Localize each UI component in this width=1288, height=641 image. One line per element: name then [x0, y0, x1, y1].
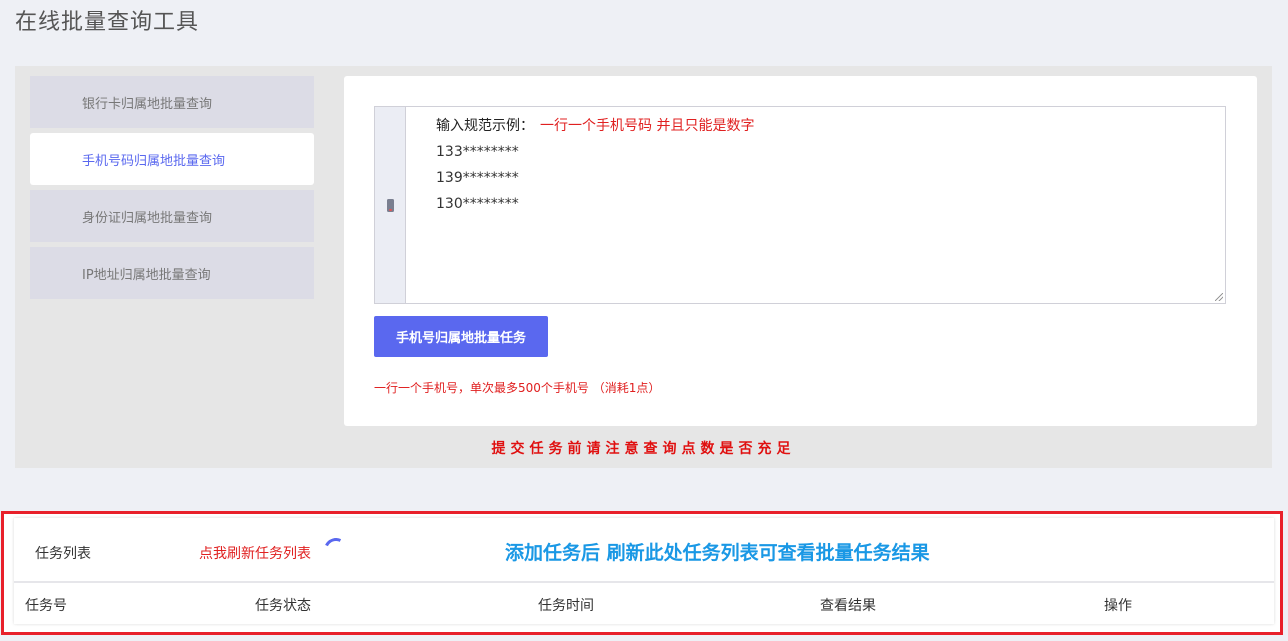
column-header-task-id: 任务号 — [25, 598, 67, 614]
query-card: 输入规范示例： 一行一个手机号码 并且只能是数字 133******** 139*… — [344, 76, 1257, 426]
loading-spinner-icon — [320, 534, 352, 566]
phone-icon — [386, 198, 394, 212]
example-line: 139******** — [436, 170, 519, 186]
column-header-actions: 操作 — [1104, 598, 1132, 614]
task-list-header: 任务列表 点我刷新任务列表 添加任务后 刷新此处任务列表可查看批量任务结果 — [14, 518, 1274, 583]
phone-input-group: 输入规范示例： 一行一个手机号码 并且只能是数字 133******** 139*… — [374, 106, 1226, 304]
hint-label: 输入规范示例： — [436, 118, 534, 134]
refresh-task-list-link[interactable]: 点我刷新任务列表 — [199, 543, 311, 563]
sidebar-item-label: 银行卡归属地批量查询 — [82, 96, 213, 112]
column-header-result: 查看结果 — [820, 598, 876, 614]
submit-batch-task-button[interactable]: 手机号归属地批量任务 — [374, 316, 548, 357]
task-list-title: 任务列表 — [35, 546, 91, 562]
example-line: 130******** — [436, 196, 519, 212]
points-warning: 提交任务前请注意查询点数是否充足 — [491, 441, 796, 457]
input-addon — [375, 107, 406, 303]
sidebar-item-label: 手机号码归属地批量查询 — [82, 153, 226, 169]
task-table-header: 任务号 任务状态 任务时间 查看结果 操作 — [14, 583, 1274, 625]
sidebar-item-phone[interactable]: 手机号码归属地批量查询 — [30, 133, 314, 185]
sidebar-item-bank-card[interactable]: 银行卡归属地批量查询 — [30, 76, 314, 128]
limit-note: 一行一个手机号，单次最多500个手机号 （消耗1点） — [374, 381, 661, 395]
placeholder-hint: 输入规范示例： 一行一个手机号码 并且只能是数字 — [436, 113, 1225, 139]
sidebar-nav: 银行卡归属地批量查询 手机号码归属地批量查询 身份证归属地批量查询 IP地址归属… — [30, 76, 314, 304]
sidebar-item-label: IP地址归属地批量查询 — [82, 267, 211, 283]
sidebar-item-ip[interactable]: IP地址归属地批量查询 — [30, 247, 314, 299]
column-header-time: 任务时间 — [538, 598, 594, 614]
resize-handle[interactable] — [1215, 293, 1223, 301]
task-list-tip: 添加任务后 刷新此处任务列表可查看批量任务结果 — [505, 542, 930, 564]
hint-rule: 一行一个手机号码 并且只能是数字 — [540, 118, 755, 134]
query-panel: 银行卡归属地批量查询 手机号码归属地批量查询 身份证归属地批量查询 IP地址归属… — [15, 66, 1272, 468]
task-list-card: 任务列表 点我刷新任务列表 添加任务后 刷新此处任务列表可查看批量任务结果 任务… — [14, 518, 1274, 624]
page-title: 在线批量查询工具 — [15, 10, 200, 35]
phone-list-textarea[interactable]: 输入规范示例： 一行一个手机号码 并且只能是数字 133******** 139*… — [406, 107, 1225, 303]
example-line: 133******** — [436, 144, 519, 160]
column-header-status: 任务状态 — [255, 598, 311, 614]
sidebar-item-label: 身份证归属地批量查询 — [82, 210, 213, 226]
sidebar-item-id-card[interactable]: 身份证归属地批量查询 — [30, 190, 314, 242]
task-list-section: 任务列表 点我刷新任务列表 添加任务后 刷新此处任务列表可查看批量任务结果 任务… — [1, 511, 1283, 635]
